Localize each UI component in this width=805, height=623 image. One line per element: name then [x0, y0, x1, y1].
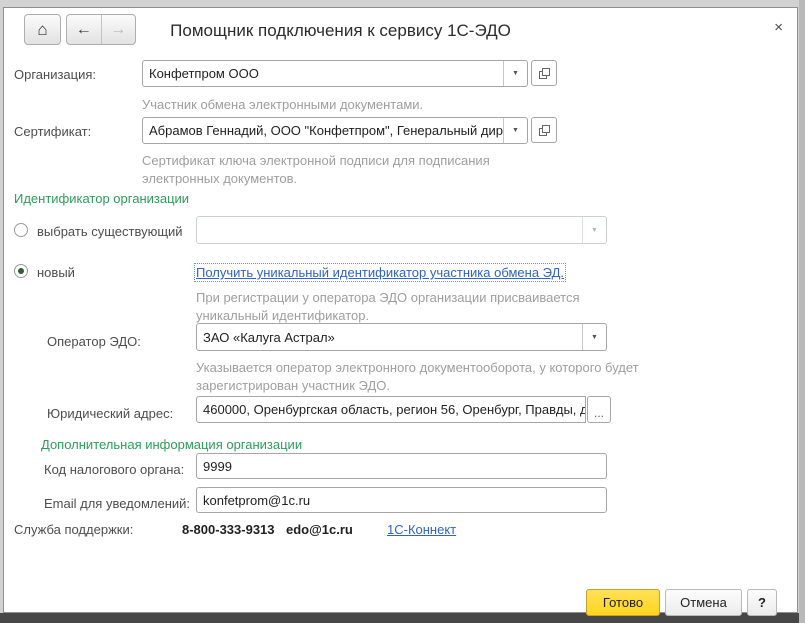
edo-operator-value[interactable]: ЗАО «Калуга Астрал»: [197, 324, 582, 350]
email-input[interactable]: konfetprom@1c.ru: [196, 487, 607, 513]
home-icon: ⌂: [37, 20, 47, 40]
done-button[interactable]: Готово: [586, 589, 660, 616]
ellipsis-icon: ...: [594, 409, 604, 417]
organization-hint: Участник обмена электронными документами…: [142, 96, 423, 114]
choose-from-list-icon: [538, 67, 551, 80]
tax-code-label: Код налогового органа:: [44, 462, 184, 477]
edo-operator-label: Оператор ЭДО:: [47, 334, 141, 349]
edo-operator-hint: Указывается оператор электронного докуме…: [196, 359, 641, 395]
chevron-down-icon: ▼: [512, 127, 519, 134]
organization-value[interactable]: Конфетпром ООО: [143, 61, 503, 86]
tax-code-input[interactable]: 9999: [196, 453, 607, 479]
certificate-hint: Сертификат ключа электронной подписи для…: [142, 152, 562, 188]
radio-existing-identifier[interactable]: [14, 223, 28, 237]
certificate-combobox[interactable]: Абрамов Геннадий, ООО "Конфетпром", Гене…: [142, 117, 528, 144]
chevron-down-icon: ▼: [591, 334, 598, 341]
legal-address-more-button[interactable]: ...: [587, 396, 611, 423]
legal-address-input[interactable]: 460000, Оренбургская область, регион 56,…: [196, 396, 586, 423]
edo-operator-dropdown-button[interactable]: ▼: [582, 324, 606, 350]
help-icon: ?: [758, 595, 766, 610]
help-button[interactable]: ?: [747, 589, 777, 616]
dialog-title: Помощник подключения к сервису 1С-ЭДО: [64, 21, 617, 41]
get-identifier-link[interactable]: Получить уникальный идентификатор участн…: [196, 265, 564, 280]
close-button[interactable]: ×: [774, 19, 783, 36]
organization-dropdown-button[interactable]: ▼: [503, 61, 527, 86]
identifier-section-header: Идентификатор организации: [14, 191, 189, 206]
radio-existing-label[interactable]: выбрать существующий: [37, 224, 183, 239]
organization-combobox[interactable]: Конфетпром ООО ▼: [142, 60, 528, 87]
cancel-button[interactable]: Отмена: [665, 589, 742, 616]
window-frame-right: [799, 0, 805, 623]
tax-code-value[interactable]: 9999: [197, 454, 606, 478]
email-label: Email для уведомлений:: [44, 496, 190, 511]
legal-address-value[interactable]: 460000, Оренбургская область, регион 56,…: [197, 397, 585, 422]
support-label: Служба поддержки:: [14, 522, 133, 537]
existing-identifier-combobox: ▼: [196, 216, 607, 244]
edo-assistant-window: ⌂ ← → Помощник подключения к сервису 1С-…: [3, 7, 798, 613]
organization-choose-button[interactable]: [531, 60, 557, 86]
additional-info-header: Дополнительная информация организации: [41, 437, 302, 452]
home-button[interactable]: ⌂: [24, 14, 61, 45]
radio-new-identifier[interactable]: [14, 264, 28, 278]
radio-new-label[interactable]: новый: [37, 265, 75, 280]
organization-label: Организация:: [14, 67, 96, 82]
edo-operator-combobox[interactable]: ЗАО «Калуга Астрал» ▼: [196, 323, 607, 351]
choose-from-list-icon: [538, 124, 551, 137]
email-value[interactable]: konfetprom@1c.ru: [197, 488, 606, 512]
desktop-background: ⌂ ← → Помощник подключения к сервису 1С-…: [0, 0, 805, 623]
existing-identifier-dropdown-button: ▼: [582, 217, 606, 243]
support-email: edo@1c.ru: [286, 522, 353, 537]
certificate-dropdown-button[interactable]: ▼: [503, 118, 527, 143]
certificate-label: Сертификат:: [14, 124, 91, 139]
certificate-choose-button[interactable]: [531, 117, 557, 143]
support-phone: 8-800-333-9313: [182, 522, 275, 537]
chevron-down-icon: ▼: [591, 227, 598, 234]
registration-hint: При регистрации у оператора ЭДО организа…: [196, 289, 641, 325]
certificate-value[interactable]: Абрамов Геннадий, ООО "Конфетпром", Гене…: [143, 118, 503, 143]
chevron-down-icon: ▼: [512, 70, 519, 77]
legal-address-label: Юридический адрес:: [47, 406, 173, 421]
existing-identifier-value: [197, 217, 582, 243]
support-1c-connect-link[interactable]: 1С-Коннект: [387, 522, 456, 537]
